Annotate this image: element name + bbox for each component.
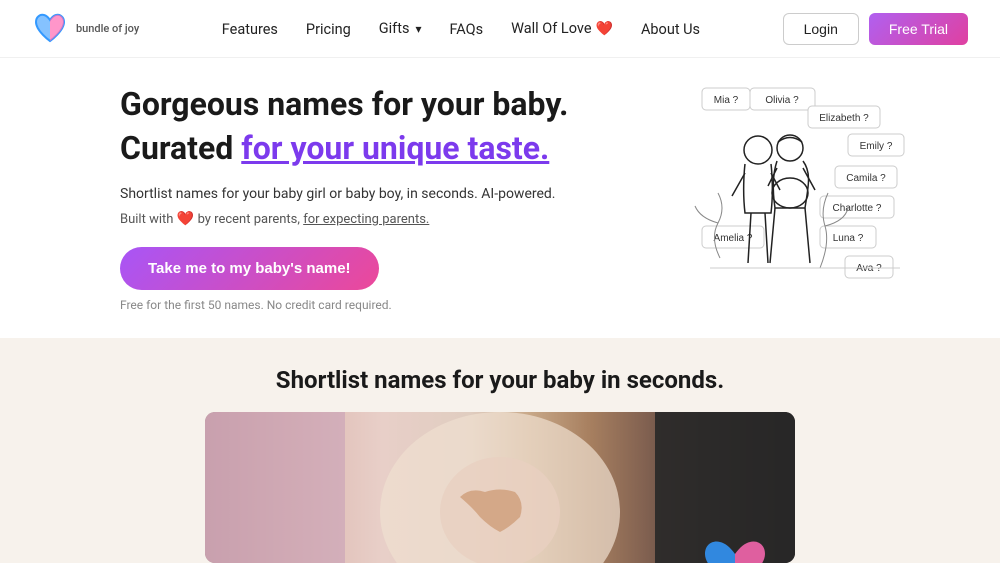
cta-button[interactable]: Take me to my baby's name! — [120, 247, 379, 290]
nav-item-faqs[interactable]: FAQs — [449, 19, 483, 38]
second-section: Shortlist names for your baby in seconds… — [0, 338, 1000, 563]
hero-title-line2: Curated for your unique taste. — [120, 128, 580, 168]
hero-title-line1: Gorgeous names for your baby. — [120, 84, 580, 124]
second-section-title: Shortlist names for your baby in seconds… — [276, 366, 724, 394]
nav-link-features[interactable]: Features — [222, 21, 278, 38]
hero-description: Shortlist names for your baby girl or ba… — [120, 184, 580, 205]
nav-link-pricing[interactable]: Pricing — [306, 21, 351, 38]
hero-illustration: Olivia ? Elizabeth ? Emily ? Camila ? Ch… — [580, 68, 920, 328]
nav-link-about-us[interactable]: About Us — [641, 21, 700, 38]
nav-item-wall-of-love[interactable]: Wall Of Love ❤️ — [511, 20, 613, 37]
nav-link-gifts[interactable]: Gifts — [379, 20, 422, 37]
hero-taste-link[interactable]: for your unique taste. — [241, 129, 549, 167]
nav-actions: Login Free Trial — [783, 13, 968, 45]
hero-photo — [205, 412, 795, 563]
nav-item-features[interactable]: Features — [222, 19, 278, 38]
logo-text: bundle of joy — [76, 22, 139, 35]
nav-item-pricing[interactable]: Pricing — [306, 19, 351, 38]
hero-built-with: Built with ❤️ by recent parents, for exp… — [120, 211, 580, 227]
baby-names-illustration: Olivia ? Elizabeth ? Emily ? Camila ? Ch… — [590, 78, 910, 318]
svg-text:Charlotte ?: Charlotte ? — [833, 203, 882, 214]
heart-inline-icon: ❤️ — [177, 211, 198, 227]
svg-text:Luna ?: Luna ? — [833, 233, 864, 244]
expecting-parents-link[interactable]: for expecting parents. — [303, 212, 429, 227]
hero-curated-prefix: Curated — [120, 129, 241, 167]
svg-text:Emily ?: Emily ? — [860, 141, 893, 152]
gifts-chevron-icon — [413, 20, 421, 37]
hero-content: Gorgeous names for your baby. Curated fo… — [120, 84, 580, 312]
svg-text:Mia ?: Mia ? — [714, 95, 739, 106]
login-button[interactable]: Login — [783, 13, 859, 45]
svg-text:Camila ?: Camila ? — [846, 173, 886, 184]
nav-item-about-us[interactable]: About Us — [641, 19, 700, 38]
svg-text:Elizabeth ?: Elizabeth ? — [819, 113, 869, 124]
svg-text:Olivia ?: Olivia ? — [765, 95, 799, 106]
hero-section: Gorgeous names for your baby. Curated fo… — [0, 58, 1000, 338]
navbar: bundle of joy Features Pricing Gifts FAQ… — [0, 0, 1000, 58]
logo-link[interactable]: bundle of joy — [32, 11, 139, 47]
photo-illustration — [205, 412, 795, 563]
hero-subtext: Free for the first 50 names. No credit c… — [120, 298, 580, 312]
svg-text:Amelia ?: Amelia ? — [714, 233, 753, 244]
logo-icon — [32, 11, 68, 47]
free-trial-button[interactable]: Free Trial — [869, 13, 968, 45]
heart-icon: ❤️ — [596, 21, 613, 37]
nav-link-faqs[interactable]: FAQs — [449, 21, 483, 38]
nav-item-gifts[interactable]: Gifts — [379, 20, 422, 37]
nav-links: Features Pricing Gifts FAQs Wall Of Love… — [222, 19, 700, 38]
nav-link-wall-of-love[interactable]: Wall Of Love ❤️ — [511, 20, 613, 37]
